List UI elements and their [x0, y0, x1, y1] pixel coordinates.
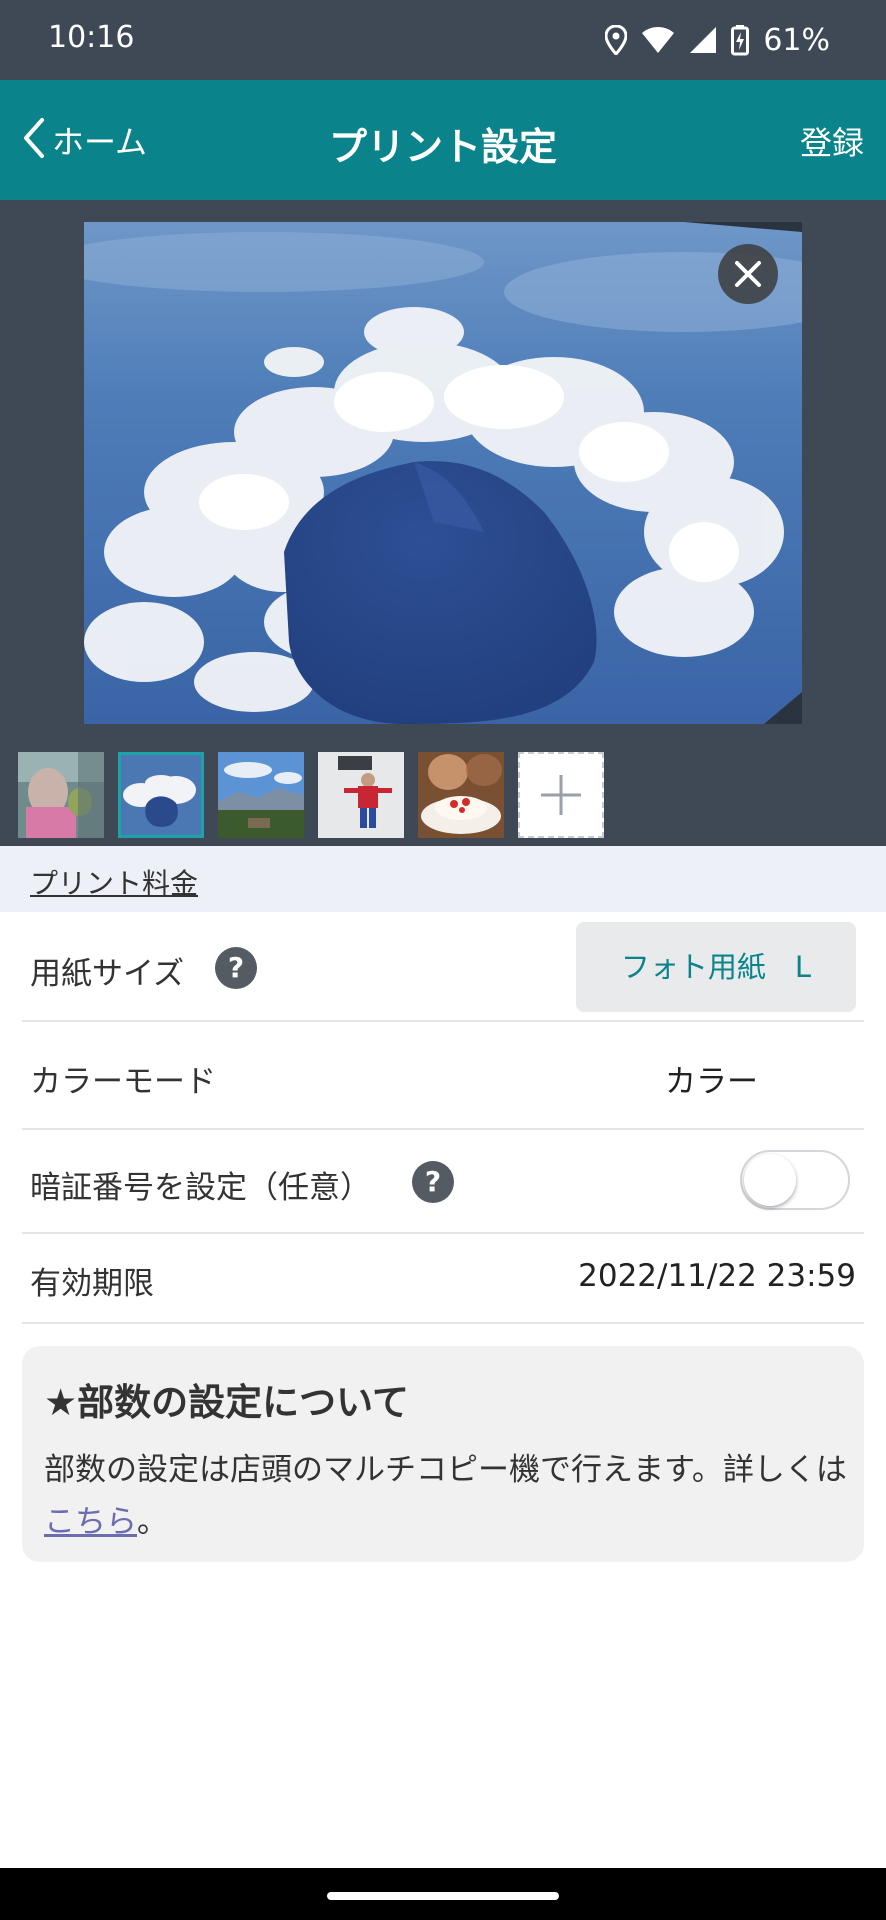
status-bar: 10:16 61%	[0, 0, 886, 80]
location-icon	[605, 25, 628, 55]
paper-size-row: 用紙サイズ ? フォト用紙 L	[22, 912, 864, 1022]
color-mode-label: カラーモード	[30, 1064, 216, 1100]
expiry-label: 有効期限	[30, 1266, 154, 1302]
thumbnail-landscape[interactable]	[218, 752, 304, 838]
page-title: プリント設定	[328, 125, 557, 169]
info-body-text: 部数の設定は店頭のマルチコピー機で行えます。詳しくは	[44, 1452, 847, 1488]
thumbnail-child-snow[interactable]	[318, 752, 404, 838]
info-body: 部数の設定は店頭のマルチコピー機で行えます。詳しくはこちら。	[44, 1444, 852, 1548]
thumbnail-child-with-bird[interactable]	[18, 752, 104, 838]
paper-size-label: 用紙サイズ	[30, 956, 185, 992]
color-mode-row: カラーモード カラー	[22, 1020, 864, 1130]
pin-help-icon[interactable]: ?	[412, 1161, 454, 1203]
battery-percent: 61%	[763, 22, 830, 58]
register-button[interactable]: 登録	[800, 118, 864, 164]
battery-charging-icon	[731, 24, 750, 56]
copies-info-box: ★部数の設定について 部数の設定は店頭のマルチコピー機で行えます。詳しくはこちら…	[22, 1346, 864, 1562]
info-title: ★部数の設定について	[44, 1381, 410, 1424]
pin-label: 暗証番号を設定（任意）	[30, 1170, 371, 1206]
thumbnail-mountain-clouds[interactable]	[118, 752, 204, 838]
add-photo-button[interactable]	[518, 752, 604, 838]
info-details-link[interactable]: こちら	[44, 1504, 137, 1540]
thumbnail-strip	[18, 752, 604, 840]
status-icons: 61%	[605, 20, 830, 60]
preview-area	[0, 200, 886, 846]
remove-photo-button[interactable]	[718, 244, 778, 304]
close-icon	[718, 244, 778, 304]
home-indicator[interactable]	[327, 1892, 559, 1900]
print-price-link[interactable]: プリント料金	[30, 862, 198, 902]
plus-icon	[536, 770, 586, 820]
paper-size-button[interactable]: フォト用紙 L	[576, 922, 856, 1012]
expiry-value: 2022/11/22 23:59	[578, 1258, 856, 1294]
app-header: ホーム プリント設定 登録	[0, 80, 886, 200]
status-time: 10:16	[48, 20, 135, 55]
paper-size-help-icon[interactable]: ?	[215, 947, 257, 989]
cell-signal-icon	[689, 26, 717, 54]
toggle-knob	[744, 1154, 796, 1206]
expiry-row: 有効期限 2022/11/22 23:59	[22, 1232, 864, 1324]
price-section-bar: プリント料金	[0, 846, 886, 912]
pin-toggle[interactable]	[740, 1150, 850, 1210]
color-mode-value: カラー	[665, 1064, 758, 1100]
thumbnail-cake[interactable]	[418, 752, 504, 838]
main-photo	[84, 222, 802, 724]
wifi-icon	[641, 26, 675, 54]
pin-row: 暗証番号を設定（任意） ?	[22, 1128, 864, 1234]
info-body-suffix: 。	[137, 1504, 168, 1540]
